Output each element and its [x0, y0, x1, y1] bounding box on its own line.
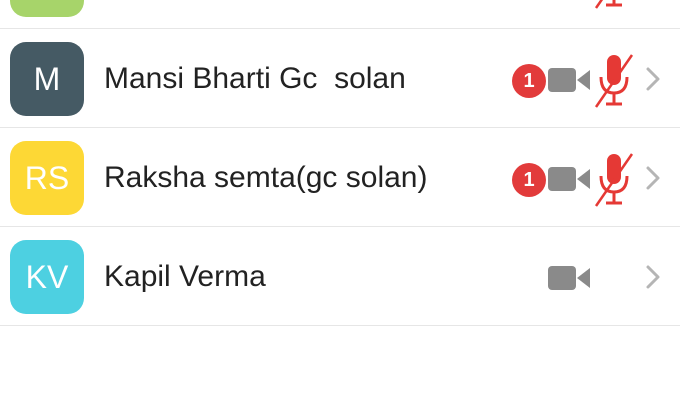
video-camera-icon[interactable] — [548, 67, 590, 93]
video-camera-icon[interactable] — [548, 166, 590, 192]
avatar: KV — [10, 240, 84, 314]
participant-row[interactable]: KV Kapil Verma — [0, 227, 680, 326]
participant-row[interactable]: RS Raksha semta(gc solan) 1 — [0, 128, 680, 227]
avatar: M — [10, 42, 84, 116]
chevron-right-icon[interactable] — [644, 165, 662, 191]
participant-row[interactable]: M Mansi Bharti Gc solan 1 — [0, 29, 680, 128]
mic-off-icon[interactable] — [594, 0, 634, 10]
mic-off-icon[interactable] — [594, 51, 634, 109]
unread-badge: 1 — [512, 64, 546, 98]
unread-badge: 1 — [512, 163, 546, 197]
mic-off-icon[interactable] — [594, 150, 634, 208]
avatar — [10, 0, 84, 17]
chevron-right-icon[interactable] — [644, 66, 662, 92]
participant-row[interactable] — [0, 0, 680, 29]
participant-list: M Mansi Bharti Gc solan 1 RS Raksha semt… — [0, 0, 680, 326]
participant-name: Mansi Bharti Gc solan — [104, 62, 406, 95]
chevron-right-icon[interactable] — [644, 264, 662, 290]
video-camera-icon[interactable] — [548, 265, 590, 291]
avatar: RS — [10, 141, 84, 215]
participant-name: Raksha semta(gc solan) — [104, 161, 428, 194]
participant-name: Kapil Verma — [104, 260, 266, 293]
